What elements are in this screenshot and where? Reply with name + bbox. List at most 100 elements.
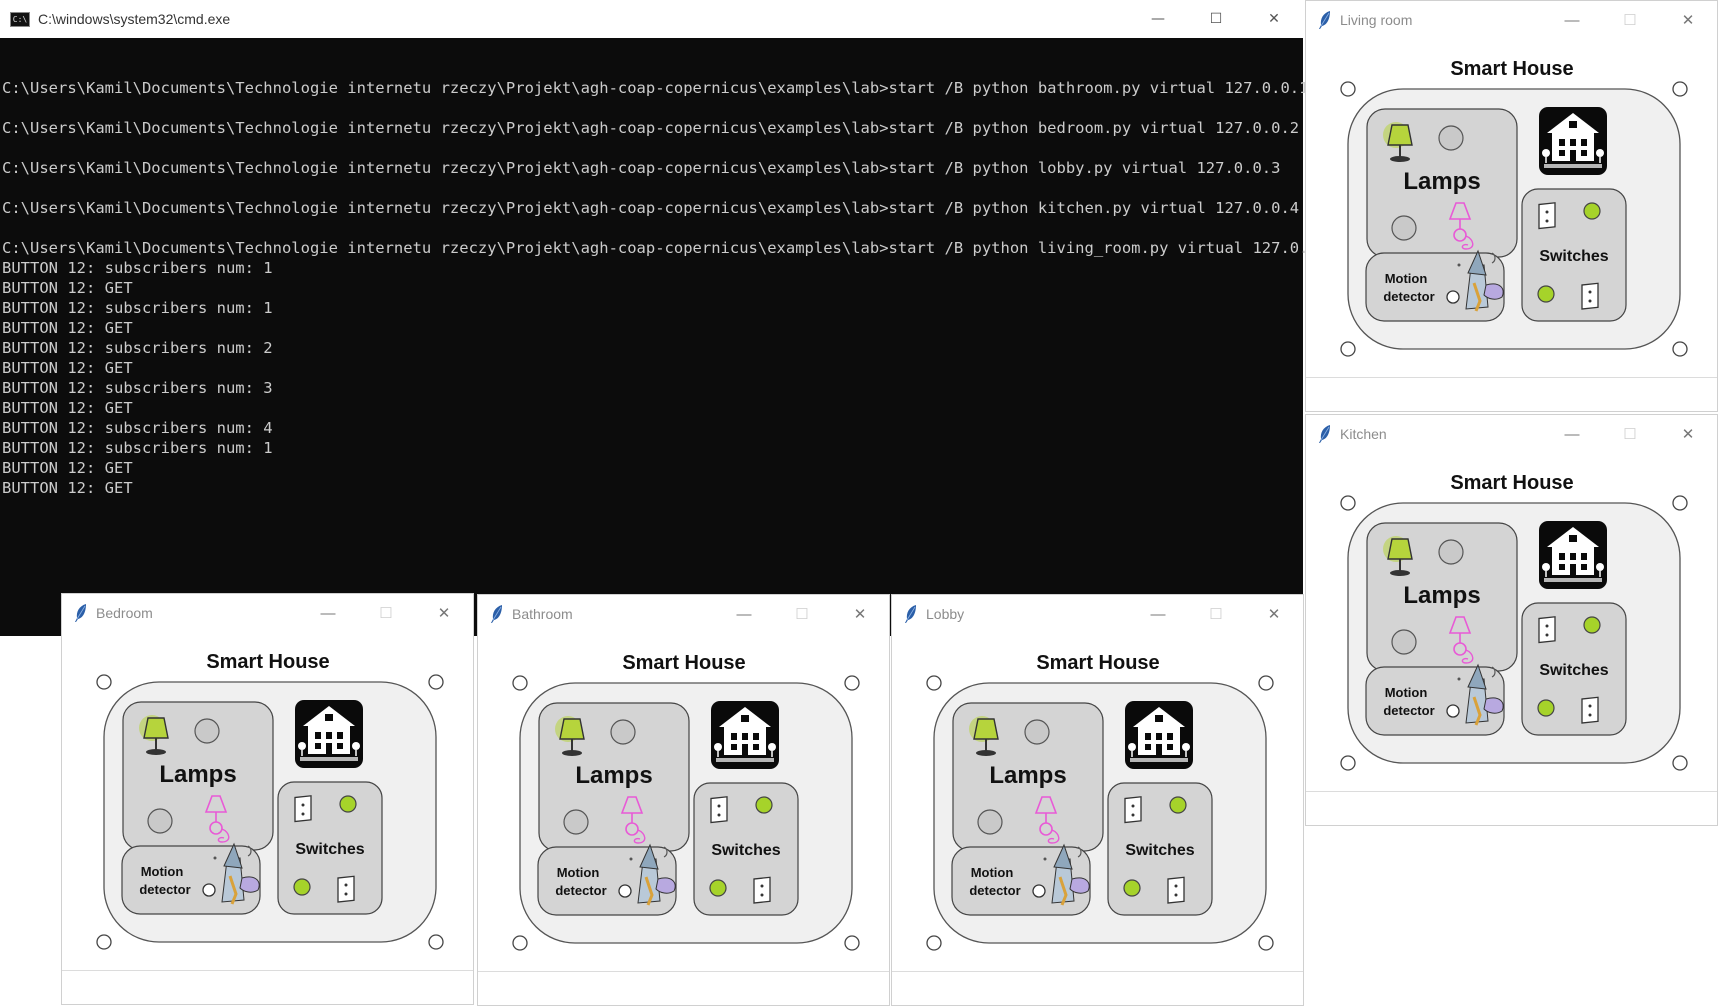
radio-button[interactable] [1672, 755, 1688, 771]
console-line: BUTTON 12: GET [2, 479, 133, 497]
motion-label-line1: Motion [1385, 685, 1428, 700]
lamps-label: Lamps [1403, 168, 1480, 195]
wall-switch-icon[interactable] [1124, 796, 1142, 824]
close-button[interactable]: ✕ [415, 604, 473, 622]
radio-button[interactable] [926, 935, 942, 951]
led-indicator [755, 796, 773, 814]
led-indicator [1391, 215, 1417, 241]
minimize-button[interactable]: — [1543, 12, 1601, 29]
radio-button[interactable] [1672, 495, 1688, 511]
tk-titlebar[interactable]: Bathroom — ☐ ✕ [478, 595, 889, 633]
maximize-button: ☐ [1623, 426, 1637, 443]
living-room-window[interactable]: Living room — ☐ ✕ Smart House Lamps Swit… [1305, 0, 1718, 412]
close-button[interactable]: ✕ [1245, 0, 1303, 38]
smart-house-canvas[interactable]: Smart House Lamps Switches Motion detect… [478, 633, 890, 971]
wall-switch-icon[interactable] [753, 876, 771, 904]
cmd-window[interactable]: C:\ C:\windows\system32\cmd.exe — ☐ ✕ C:… [0, 0, 1336, 636]
close-button[interactable]: ✕ [831, 605, 889, 623]
minimize-button[interactable]: — [1129, 606, 1187, 623]
radio-button[interactable] [512, 675, 528, 691]
wall-switch-icon[interactable] [1581, 696, 1599, 724]
tk-titlebar[interactable]: Living room — ☐ ✕ [1306, 1, 1717, 39]
radio-button[interactable] [96, 674, 112, 690]
led-indicator [1024, 719, 1050, 745]
radio-button[interactable] [428, 674, 444, 690]
smart-house-canvas[interactable]: Smart House Lamps Switches Motion detect… [62, 632, 474, 970]
radio-button[interactable] [844, 675, 860, 691]
led-indicator [610, 719, 636, 745]
switches-label: Switches [295, 841, 364, 858]
wall-switch-icon[interactable] [1538, 616, 1556, 644]
radio-button[interactable] [1032, 884, 1046, 898]
radio-button[interactable] [844, 935, 860, 951]
radio-button[interactable] [1672, 81, 1688, 97]
radio-button[interactable] [1446, 290, 1460, 304]
smart-house-canvas[interactable]: Smart House Lamps Switches Motion detect… [1306, 453, 1718, 791]
radio-button[interactable] [618, 884, 632, 898]
console-output[interactable]: C:\Users\Kamil\Documents\Technologie int… [0, 38, 1336, 498]
tk-titlebar[interactable]: Bedroom — ☐ ✕ [62, 594, 473, 632]
radio-button[interactable] [1672, 341, 1688, 357]
radio-button[interactable] [1258, 935, 1274, 951]
close-button[interactable]: ✕ [1245, 605, 1303, 623]
led-indicator [194, 718, 220, 744]
console-line: BUTTON 12: GET [2, 399, 133, 417]
minimize-button[interactable]: — [299, 605, 357, 622]
window-title: Bedroom [96, 605, 153, 621]
led-indicator [1123, 879, 1141, 897]
console-line: BUTTON 12: GET [2, 359, 133, 377]
motion-label-line2: detector [1383, 703, 1434, 718]
radio-button[interactable] [1340, 755, 1356, 771]
smart-house-canvas[interactable]: Smart House Lamps Switches Motion detect… [892, 633, 1304, 971]
bedroom-window[interactable]: Bedroom — ☐ ✕ Smart House Lamps Switches… [61, 593, 474, 1005]
led-indicator [1169, 796, 1187, 814]
led-indicator [1537, 699, 1555, 717]
window-title: Kitchen [1340, 426, 1387, 442]
wall-switch-icon[interactable] [1167, 876, 1185, 904]
minimize-button[interactable]: — [1543, 426, 1601, 443]
wall-switch-icon[interactable] [294, 795, 312, 823]
led-indicator [977, 809, 1003, 835]
close-button[interactable]: ✕ [1659, 11, 1717, 29]
lamps-label: Lamps [575, 762, 652, 789]
tk-titlebar[interactable]: Kitchen — ☐ ✕ [1306, 415, 1717, 453]
radio-button[interactable] [428, 934, 444, 950]
kitchen-window[interactable]: Kitchen — ☐ ✕ Smart House Lamps Switches… [1305, 414, 1718, 826]
radio-button[interactable] [512, 935, 528, 951]
led-indicator [293, 878, 311, 896]
radio-button[interactable] [1446, 704, 1460, 718]
radio-button[interactable] [1258, 675, 1274, 691]
led-indicator [339, 795, 357, 813]
maximize-button: ☐ [1623, 12, 1637, 29]
cmd-titlebar[interactable]: C:\ C:\windows\system32\cmd.exe — ☐ ✕ [0, 0, 1303, 38]
smart-house-canvas[interactable]: Smart House Lamps Switches Motion detect… [1306, 39, 1718, 377]
radio-button[interactable] [96, 934, 112, 950]
wall-switch-icon[interactable] [1538, 202, 1556, 230]
minimize-button[interactable]: — [1129, 0, 1187, 38]
minimize-button[interactable]: — [715, 606, 773, 623]
maximize-button[interactable]: ☐ [1187, 0, 1245, 38]
house-icon [1125, 701, 1193, 769]
maximize-button: ☐ [1209, 606, 1223, 623]
motion-label-line1: Motion [1385, 271, 1428, 286]
console-line: C:\Users\Kamil\Documents\Technologie int… [2, 159, 1281, 177]
switches-label: Switches [1539, 662, 1608, 679]
switches-label: Switches [711, 842, 780, 859]
radio-button[interactable] [1340, 495, 1356, 511]
wall-switch-icon[interactable] [337, 875, 355, 903]
wall-switch-icon[interactable] [1581, 282, 1599, 310]
feather-icon [75, 604, 86, 622]
window-title: Bathroom [512, 606, 573, 622]
motion-label-line1: Motion [141, 864, 184, 879]
tk-titlebar[interactable]: Lobby — ☐ ✕ [892, 595, 1303, 633]
radio-button[interactable] [926, 675, 942, 691]
radio-button[interactable] [202, 883, 216, 897]
lobby-window[interactable]: Lobby — ☐ ✕ Smart House Lamps Switches M… [891, 594, 1304, 1006]
close-button[interactable]: ✕ [1659, 425, 1717, 443]
radio-button[interactable] [1340, 341, 1356, 357]
bathroom-window[interactable]: Bathroom — ☐ ✕ Smart House Lamps Switche… [477, 594, 890, 1006]
wall-switch-icon[interactable] [710, 796, 728, 824]
radio-button[interactable] [1340, 81, 1356, 97]
